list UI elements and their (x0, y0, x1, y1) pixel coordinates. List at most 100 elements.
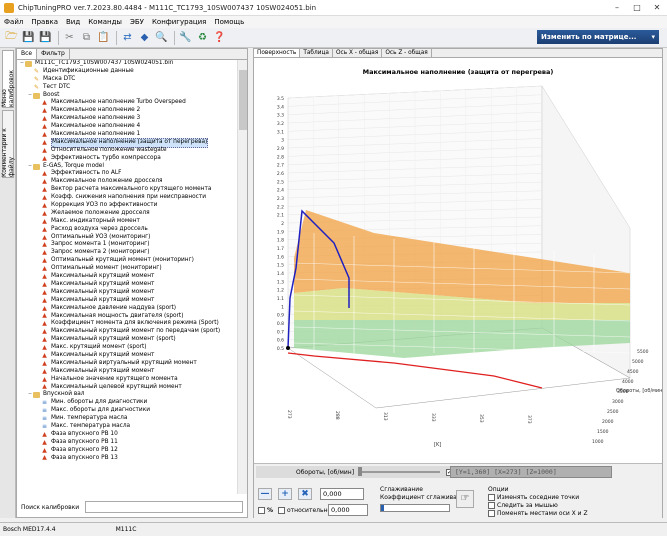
menu-help[interactable]: Помощь (214, 18, 244, 26)
minus-button[interactable]: — (258, 488, 272, 500)
tree-item[interactable]: ≡ Макс. температура масла (17, 423, 239, 431)
surface-plot[interactable]: 0.5 0.6 0.7 0.8 0.9 1 1.1 1.2 1.3 1.4 1.5 1.6 1.7 1.8… (254, 58, 662, 456)
tree-item[interactable]: ▲ Максимальный виртуальный крутящий момен… (17, 360, 239, 368)
tree-item[interactable]: ▲ Максимальная мощность двигателя (sport) (17, 313, 239, 321)
tree-item[interactable]: ▲ Вектор расчета максимального крутящего … (17, 186, 239, 194)
apply-smoothing-button[interactable]: ☞ (456, 490, 474, 508)
tree-item[interactable]: ✎ Маска DTC (17, 76, 239, 84)
tab-axis-z[interactable]: Ось Z - общая (382, 49, 432, 57)
relative-toggle[interactable]: относительно (278, 504, 331, 516)
tree-item[interactable]: ▲ Оптимальный момент (мониторинг) (17, 265, 239, 273)
plus-button[interactable]: + (278, 488, 292, 500)
paste-icon[interactable]: 📋 (96, 30, 111, 45)
copy-icon[interactable]: ⧉ (79, 30, 94, 45)
tree-item[interactable]: ▲ Максимальное наполнение Turbo Overspeed (17, 99, 239, 107)
tree-item[interactable]: ▲ Макс. крутящий момент (sport) (17, 344, 239, 352)
tree-item[interactable]: ▲ Максимальный крутящий момент (sport) (17, 336, 239, 344)
option-swap-axes[interactable]: Поменять местами оси X и Z (488, 510, 588, 517)
tree-item[interactable]: ▲ Максимальный крутящий момент по передач… (17, 328, 239, 336)
tree-item[interactable]: ▲ Фаза впускного РВ 10 (17, 431, 239, 439)
tree-item[interactable]: ▲ Максимальный крутящий момент (17, 273, 239, 281)
option-follow-mouse[interactable]: Следить за мышью (488, 502, 558, 509)
tab-all[interactable]: Все (17, 49, 38, 59)
option-swap-axes-checkbox[interactable] (488, 510, 495, 517)
tree-item[interactable]: ▲ Максимальный крутящий момент (17, 281, 239, 289)
tree-item[interactable]: ▲ Оптимальный крутящий момент (мониторинг… (17, 257, 239, 265)
minimize-icon[interactable]: – (607, 1, 627, 15)
tree-item[interactable]: − E-GAS, Torque model (17, 163, 239, 171)
open-folder-icon[interactable]: 🗁 (4, 30, 19, 45)
tree-item[interactable]: ▲ Максимальное положение дросселя (17, 178, 239, 186)
tree-item[interactable]: ✎ Идентификационные данные (17, 68, 239, 76)
smoothing-slider[interactable] (380, 504, 450, 512)
smoothing-slider-knob[interactable] (381, 505, 384, 511)
close-icon[interactable]: ✕ (647, 1, 667, 15)
search-icon[interactable]: 🔍 (154, 30, 169, 45)
tree-item[interactable]: ▲ Максимальный крутящий момент (17, 297, 239, 305)
value-input-1[interactable]: 0,000 (320, 488, 364, 500)
tree-item[interactable]: ▲ Максимальный крутящий момент (17, 289, 239, 297)
tree-item[interactable]: − Впускной вал (17, 391, 239, 399)
menu-edit[interactable]: Правка (31, 18, 58, 26)
menu-file[interactable]: Файл (4, 18, 23, 26)
percent-toggle[interactable]: % (258, 504, 273, 516)
tools-icon[interactable]: 🔧 (178, 30, 193, 45)
tree-item[interactable]: ▲ Фаза впускного РВ 13 (17, 455, 239, 463)
rpm-slider-knob[interactable] (358, 467, 363, 476)
tree-item[interactable]: ▲ Макс. индикаторный момент (17, 218, 239, 226)
value-input-2[interactable]: 0,000 (328, 504, 368, 516)
tree-item[interactable]: ▲ Максимальное наполнение (защита от пере… (17, 137, 239, 148)
menu-config[interactable]: Конфигурация (152, 18, 206, 26)
option-neighbors-checkbox[interactable] (488, 494, 495, 501)
tree-item[interactable]: ▲ Желаемое положение дросселя (17, 210, 239, 218)
multiply-button[interactable]: ✖ (298, 488, 312, 500)
menu-view[interactable]: Вид (66, 18, 80, 26)
tree-item[interactable]: ▲ Максимальный крутящий момент (17, 368, 239, 376)
tab-file-comments[interactable]: Комментарии к файлу (1, 110, 15, 178)
tree-item[interactable]: ✎ Тест DTC (17, 84, 239, 92)
tree-item[interactable]: ▲ Коэфф. снижения наполнения при неисправ… (17, 194, 239, 202)
tree-item[interactable]: − Boost (17, 92, 239, 100)
tree-item[interactable]: − M111C_TC1793_10SW007437 10SW024051.bin (17, 60, 239, 68)
help-icon[interactable]: ❓ (212, 30, 227, 45)
menu-ecu[interactable]: ЭБУ (130, 18, 144, 26)
compare-icon[interactable]: ⇄ (120, 30, 135, 45)
tree-item[interactable]: ▲ Расход воздуха через дроссель (17, 226, 239, 234)
tab-table[interactable]: Таблица (300, 49, 333, 57)
tree-item[interactable]: ▲ Максимальное наполнение 4 (17, 123, 239, 131)
cut-icon[interactable]: ✂ (62, 30, 77, 45)
tree-item[interactable]: ▲ Коррекция УОЗ по эффективности (17, 202, 239, 210)
scrollbar-thumb[interactable] (239, 70, 247, 130)
tab-axis-x[interactable]: Ось X - общая (333, 49, 383, 57)
tree-item[interactable]: ▲ Относительное положение wastegate (17, 147, 239, 155)
search-input[interactable] (85, 501, 243, 513)
tree-item[interactable]: ≡ Мин. температура масла (17, 415, 239, 423)
tree-item[interactable]: ▲ Начальное значение крутящего момента (17, 376, 239, 384)
option-neighbors[interactable]: Изменять соседние точки (488, 494, 579, 501)
tree-item[interactable]: ▲ Максимальный крутящий момент (17, 352, 239, 360)
tab-calibration-menu[interactable]: Меню калибровок (1, 50, 15, 108)
tree-item[interactable]: ▲ Запрос момента 1 (мониторинг) (17, 241, 239, 249)
tree-item[interactable]: ▲ Оптимальный УОЗ (мониторинг) (17, 234, 239, 242)
surface-chart[interactable]: Максимальное наполнение (защита от перег… (254, 58, 662, 456)
option-follow-mouse-checkbox[interactable] (488, 502, 495, 509)
tab-surface[interactable]: Поверхность (254, 49, 301, 57)
update-icon[interactable]: ♻ (195, 30, 210, 45)
change-by-matrix-dropdown[interactable]: Изменить по матрице... ▾ (537, 30, 659, 44)
tree-item[interactable]: ▲ Эффективность по ALF (17, 170, 239, 178)
tree-item[interactable]: ▲ Эффективность турбо компрессора (17, 155, 239, 163)
tree-item[interactable]: ≡ Макс. обороты для диагностики (17, 407, 239, 415)
save-icon[interactable]: 💾 (21, 30, 36, 45)
maximize-icon[interactable]: □ (627, 1, 647, 15)
save-as-icon[interactable]: 💾 (38, 30, 53, 45)
rpm-slider[interactable] (358, 467, 441, 476)
tree-item[interactable]: ▲ Максимальное наполнение 2 (17, 107, 239, 115)
navigate-icon[interactable]: ◆ (137, 30, 152, 45)
tree-item[interactable]: ▲ Максимальное давление наддува (sport) (17, 305, 239, 313)
tab-filter[interactable]: Фильтр (37, 49, 70, 59)
tree-item[interactable]: ▲ Максимальное наполнение 3 (17, 115, 239, 123)
tree-item[interactable]: ▲ Фаза впускного РВ 12 (17, 447, 239, 455)
tree-scrollbar[interactable] (237, 60, 247, 494)
tree-item[interactable]: ▲ Фаза впускного РВ 11 (17, 439, 239, 447)
tree-item[interactable]: ≡ Мин. обороты для диагностики (17, 399, 239, 407)
